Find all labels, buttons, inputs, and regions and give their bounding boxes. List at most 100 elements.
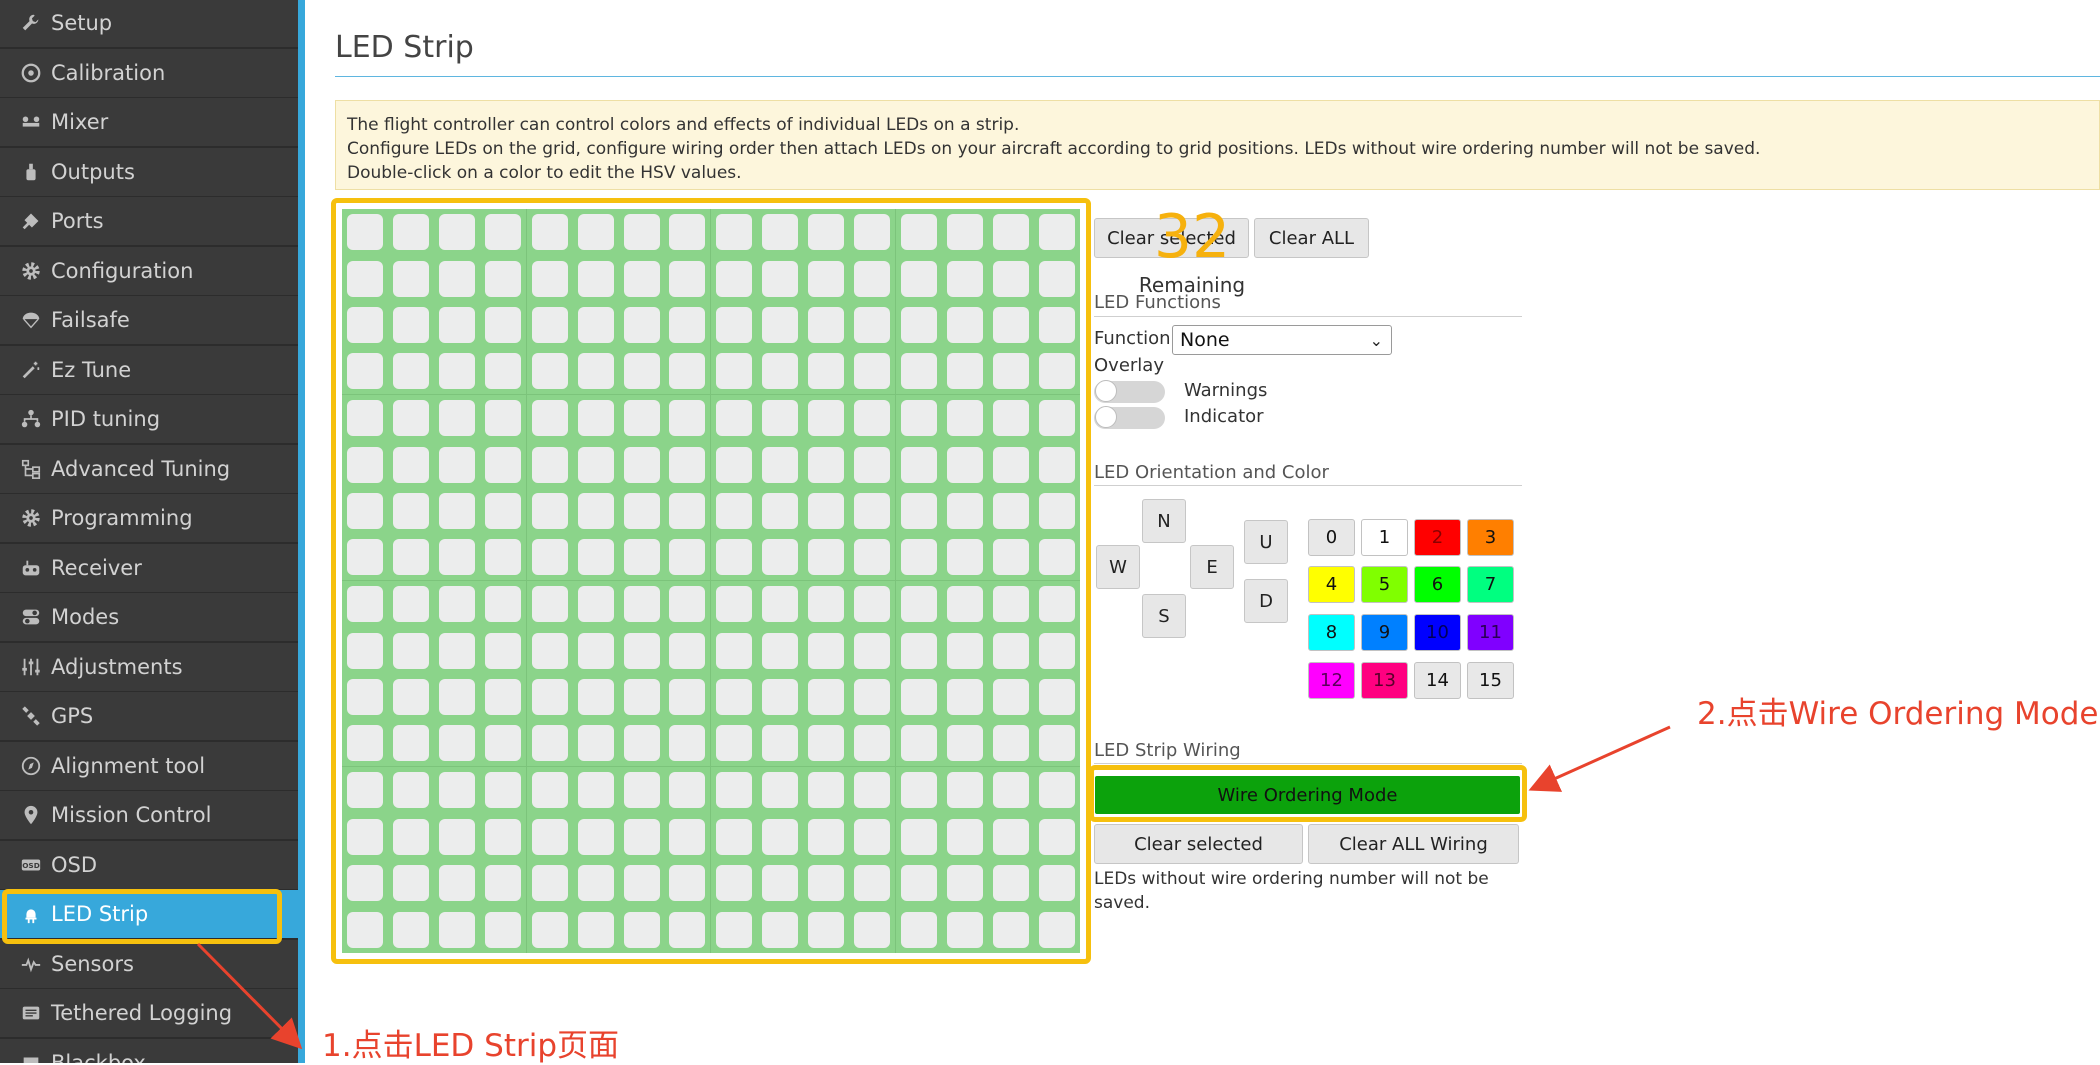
led-cell[interactable] [895,721,942,767]
indicator-toggle[interactable] [1094,406,1165,429]
led-cell[interactable] [527,302,573,349]
led-cell[interactable] [849,581,896,628]
led-cell[interactable] [941,535,988,581]
led-cell[interactable] [665,674,711,721]
led-cell[interactable] [942,860,988,907]
led-cell[interactable] [849,488,896,535]
led-cell[interactable] [849,534,896,581]
led-cell[interactable] [342,860,388,907]
led-cell[interactable] [527,628,573,675]
sidebar-item-gps[interactable]: GPS [0,692,298,740]
led-cell[interactable] [803,581,849,628]
led-cell[interactable] [757,860,803,907]
led-cell[interactable] [988,767,1034,814]
led-cell[interactable] [664,534,711,581]
sidebar-item-programming[interactable]: Programming [0,494,298,542]
led-cell[interactable] [988,814,1034,861]
led-cell[interactable] [849,906,896,953]
led-cell[interactable] [572,349,619,395]
direction-up-button[interactable]: U [1244,520,1288,564]
led-cell[interactable] [664,720,711,767]
wire-ordering-mode-button[interactable]: Wire Ordering Mode [1095,776,1520,814]
led-cell[interactable] [619,395,665,442]
led-cell[interactable] [942,302,988,349]
led-cell[interactable] [480,813,527,860]
led-cell[interactable] [757,395,803,442]
led-cell[interactable] [480,441,527,488]
led-cell[interactable] [988,860,1034,907]
led-cell[interactable] [849,860,896,907]
led-cell[interactable] [665,581,711,628]
led-cell[interactable] [1034,302,1080,349]
sidebar-item-setup[interactable]: Setup [0,0,298,47]
led-cell[interactable] [573,674,619,721]
led-cell[interactable] [895,349,942,395]
led-cell[interactable] [480,581,527,628]
led-cell[interactable] [988,395,1034,442]
led-cell[interactable] [988,256,1034,303]
led-cell[interactable] [711,674,757,721]
led-cell[interactable] [849,255,896,302]
led-cell[interactable] [388,256,434,303]
led-cell[interactable] [942,907,988,954]
led-cell[interactable] [388,349,435,395]
sidebar-item-tethered-logging[interactable]: Tethered Logging [0,989,298,1037]
led-cell[interactable] [757,674,803,721]
led-cell[interactable] [527,860,573,907]
direction-north-button[interactable]: N [1142,499,1186,543]
function-select[interactable]: None ⌄ [1172,325,1392,355]
led-cell[interactable] [342,581,388,628]
led-cell[interactable] [896,488,942,535]
led-cell[interactable] [896,767,942,814]
led-cell[interactable] [803,488,849,535]
sidebar-item-failsafe[interactable]: Failsafe [0,296,298,344]
led-cell[interactable] [711,767,757,814]
led-cell[interactable] [665,860,711,907]
led-cell[interactable] [711,628,757,675]
led-cell[interactable] [618,349,665,395]
led-cell[interactable] [665,627,711,674]
sidebar-item-alignment-tool[interactable]: Alignment tool [0,741,298,790]
led-cell[interactable] [434,907,480,954]
led-cell[interactable] [388,442,434,489]
led-cell[interactable] [573,814,619,861]
led-cell[interactable] [526,349,573,395]
led-cell[interactable] [342,256,388,303]
led-cell[interactable] [803,395,849,442]
led-cell[interactable] [942,628,988,675]
led-cell[interactable] [1034,814,1080,861]
led-cell[interactable] [573,442,619,489]
led-cell[interactable] [342,349,389,395]
led-cell[interactable] [942,674,988,721]
led-cell[interactable] [342,767,388,814]
led-cell[interactable] [527,767,573,814]
led-cell[interactable] [1034,209,1080,256]
led-cell[interactable] [434,349,481,395]
led-cell[interactable] [711,535,758,581]
led-cell[interactable] [757,767,803,814]
led-cell[interactable] [896,907,942,954]
sidebar-item-sensors[interactable]: Sensors [0,939,298,988]
led-cell[interactable] [480,906,527,953]
led-cell[interactable] [942,767,988,814]
led-cell[interactable] [849,395,896,442]
led-cell[interactable] [988,907,1034,954]
led-cell[interactable] [1033,721,1080,767]
sidebar-item-blackbox[interactable]: Blackbox [0,1038,298,1063]
led-cell[interactable] [942,395,988,442]
led-cell[interactable] [711,860,757,907]
led-cell[interactable] [711,488,757,535]
led-cell[interactable] [665,813,711,860]
led-cell[interactable] [527,488,573,535]
led-cell[interactable] [711,907,757,954]
led-cell[interactable] [711,442,757,489]
led-cell[interactable] [757,535,804,581]
warnings-toggle[interactable] [1094,380,1165,403]
led-cell[interactable] [665,441,711,488]
led-cell[interactable] [434,721,481,767]
led-cell[interactable] [711,302,757,349]
sidebar-item-mission-control[interactable]: Mission Control [0,791,298,839]
led-cell[interactable] [1034,674,1080,721]
led-cell[interactable] [896,628,942,675]
led-cell[interactable] [434,860,480,907]
